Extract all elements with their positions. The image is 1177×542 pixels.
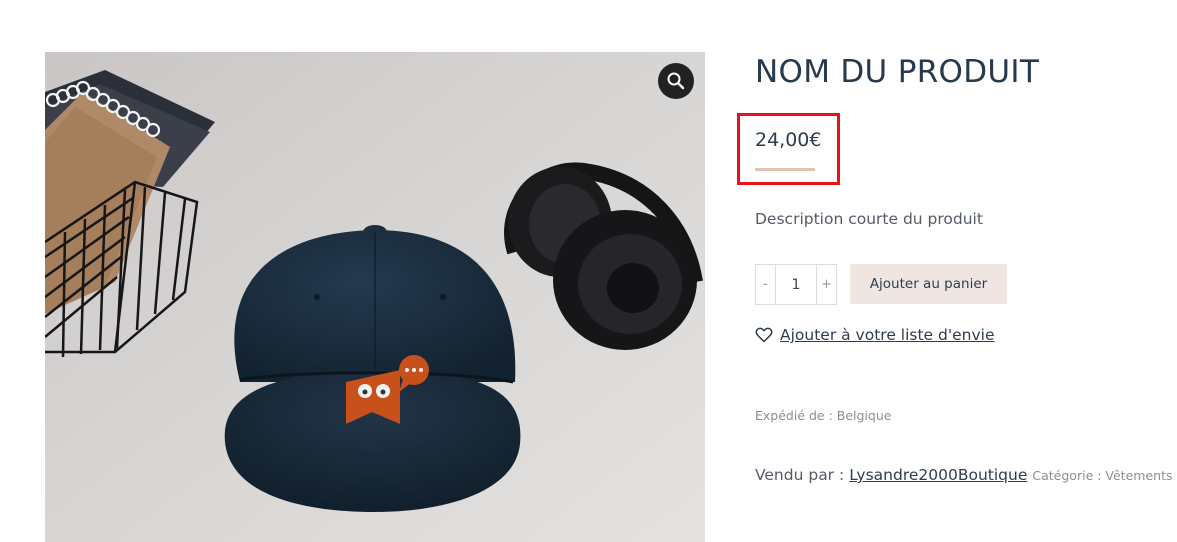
vendor-info: Vendu par : Lysandre2000Boutique Catégor… (755, 466, 1177, 484)
vendor-link[interactable]: Lysandre2000Boutique (849, 466, 1027, 484)
wishlist-label[interactable]: Ajouter à votre liste d'envie (780, 326, 995, 344)
short-description: Description courte du produit (755, 210, 983, 228)
sold-by-label: Vendu par : (755, 466, 845, 484)
quantity-stepper: - + (755, 264, 837, 305)
product-price: 24,00€ (755, 129, 822, 151)
quantity-increase-button[interactable]: + (816, 265, 836, 304)
product-summary: NOM DU PRODUIT 24,00€ Description courte… (737, 0, 1177, 542)
category-text: Catégorie : Vêtements • (1032, 468, 1177, 483)
price-underline (755, 168, 815, 171)
add-to-cart-button[interactable]: Ajouter au panier (850, 264, 1007, 304)
cap (224, 225, 521, 512)
shipped-from: Expédié de : Belgique (755, 408, 892, 423)
product-title: NOM DU PRODUIT (755, 54, 1040, 90)
product-image[interactable] (45, 52, 705, 542)
magnifier-icon (667, 72, 685, 90)
product-photo (45, 52, 705, 542)
zoom-button[interactable] (658, 63, 694, 99)
heart-icon (755, 325, 775, 345)
quantity-decrease-button[interactable]: - (756, 265, 776, 304)
wishlist-link[interactable]: Ajouter à votre liste d'envie (755, 325, 995, 345)
quantity-input[interactable] (776, 265, 816, 304)
